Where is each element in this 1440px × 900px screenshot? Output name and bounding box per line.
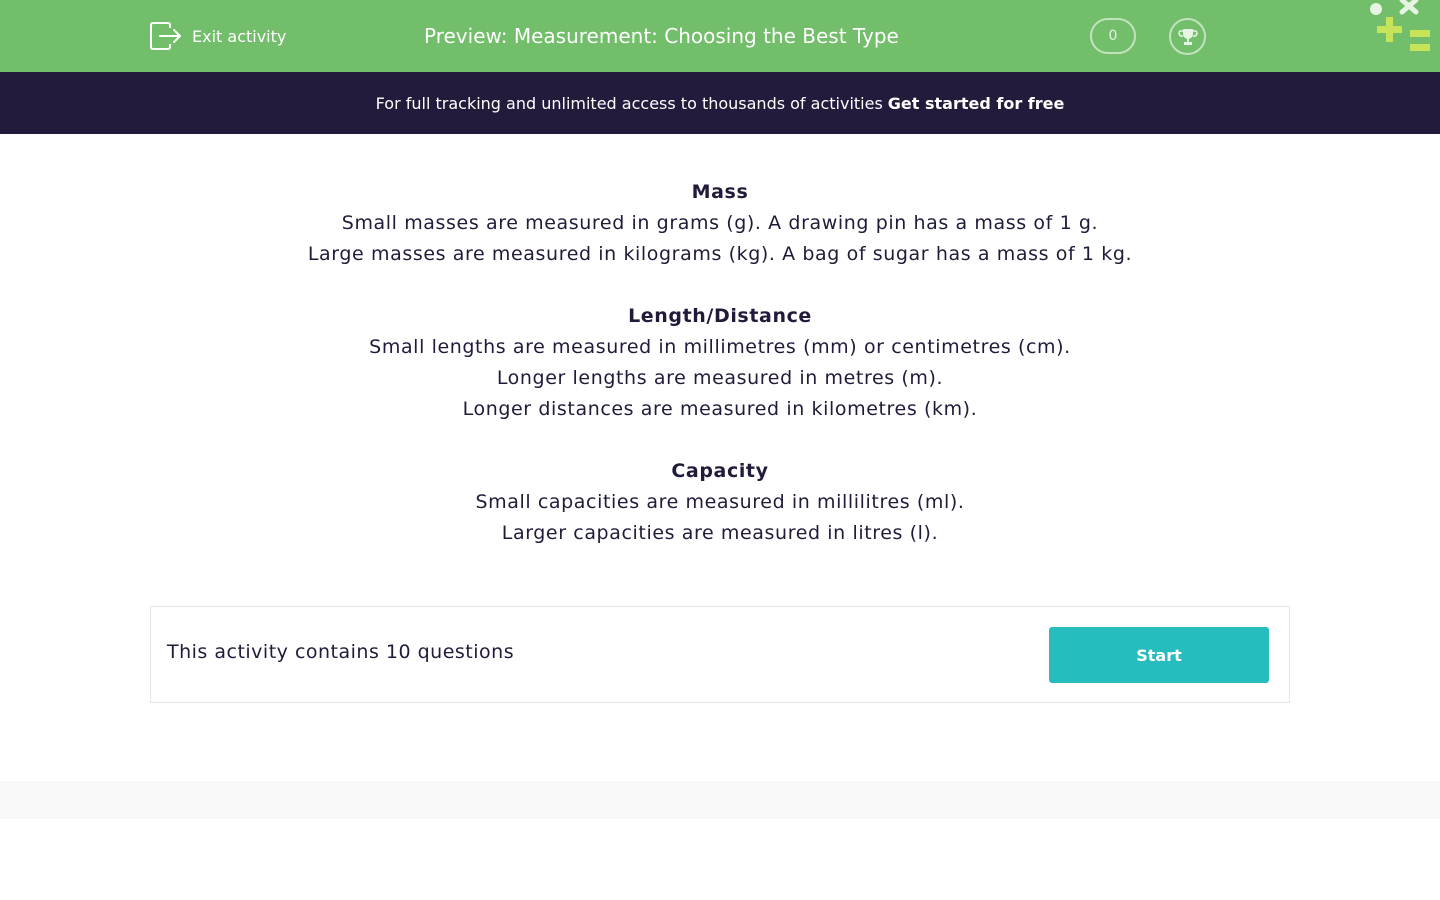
section-heading: Length/Distance <box>628 305 812 327</box>
section-length-distance: Length/Distance Small lengths are measur… <box>150 301 1290 425</box>
page-title: Preview: Measurement: Choosing the Best … <box>424 24 899 48</box>
exit-activity-button[interactable]: Exit activity <box>150 22 286 50</box>
score-badge: 0 <box>1090 18 1136 54</box>
trophy-icon <box>1177 28 1198 45</box>
section-line: Large masses are measured in kilograms (… <box>307 243 1133 265</box>
section-mass: Mass Small masses are measured in grams … <box>150 177 1290 270</box>
start-button[interactable]: Start <box>1049 627 1269 683</box>
section-line: Small lengths are measured in millimetre… <box>369 336 1071 358</box>
section-capacity: Capacity Small capacities are measured i… <box>150 456 1290 549</box>
exit-icon <box>150 22 181 50</box>
brand-logo-icon <box>1370 0 1430 51</box>
intro-content: Mass Small masses are measured in grams … <box>150 177 1290 580</box>
exit-activity-label: Exit activity <box>192 26 287 46</box>
top-bar: Exit activity Preview: Measurement: Choo… <box>0 0 1440 72</box>
question-count-text: This activity contains 10 questions <box>167 641 515 663</box>
section-line: Small capacities are measured in millili… <box>475 491 965 513</box>
section-line: Larger capacities are measured in litres… <box>501 522 939 544</box>
get-started-link[interactable]: Get started for free <box>888 94 1065 113</box>
section-heading: Mass <box>691 181 749 203</box>
section-line: Small masses are measured in grams (g). … <box>341 212 1099 234</box>
footer-strip <box>0 781 1440 819</box>
section-line: Longer lengths are measured in metres (m… <box>496 367 944 389</box>
section-line: Longer distances are measured in kilomet… <box>462 398 978 420</box>
activity-start-card: This activity contains 10 questions Star… <box>150 606 1290 703</box>
promo-banner: For full tracking and unlimited access t… <box>0 72 1440 134</box>
trophy-button[interactable] <box>1169 18 1206 55</box>
promo-text: For full tracking and unlimited access t… <box>375 93 883 113</box>
section-heading: Capacity <box>671 460 769 482</box>
